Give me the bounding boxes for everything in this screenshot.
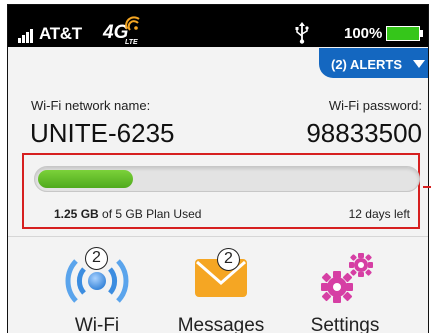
divider: [8, 236, 428, 237]
wifi-network-name: UNITE-6235: [30, 118, 175, 148]
triangle-down-icon: [413, 60, 425, 68]
signal-strength-icon: [18, 29, 36, 43]
settings-app-label: Settings: [310, 315, 380, 333]
alerts-label: (2) ALERTS: [331, 57, 403, 72]
usb-icon: [295, 22, 309, 44]
gears-icon: [285, 245, 405, 307]
wifi-name-label: Wi-Fi network name:: [31, 98, 151, 113]
wifi-icon: 2: [37, 245, 157, 307]
wifi-password: 98833500: [306, 118, 422, 148]
data-used-amount: 1.25 GB: [54, 207, 99, 221]
data-usage-panel[interactable]: 1.25 GB of 5 GB Plan Used 12 days left: [22, 153, 420, 229]
status-bar: AT&T 4G LTE 100%: [8, 5, 428, 47]
lte-signal-arc-icon: [125, 16, 140, 31]
battery-icon: [386, 26, 420, 41]
messages-app-button[interactable]: 2 Messages: [161, 245, 281, 333]
data-usage-progress-fill: [38, 170, 133, 188]
alerts-button[interactable]: (2) ALERTS: [319, 48, 428, 78]
messages-app-label: Messages: [177, 315, 265, 333]
data-usage-text: 1.25 GB of 5 GB Plan Used: [54, 207, 201, 221]
wifi-password-label: Wi-Fi password:: [328, 98, 422, 113]
wifi-app-label: Wi-Fi: [74, 315, 120, 333]
carrier-name: AT&T: [39, 24, 82, 43]
battery-percent: 100%: [344, 25, 383, 42]
network-subtype: LTE: [125, 39, 138, 46]
settings-app-button[interactable]: Settings: [285, 245, 405, 333]
battery-level-fill: [387, 27, 419, 40]
envelope-icon: 2: [161, 245, 281, 307]
data-plan-text: of 5 GB Plan Used: [102, 207, 202, 221]
wifi-app-button[interactable]: 2 Wi-Fi: [37, 245, 157, 333]
days-left: 12 days left: [348, 207, 410, 221]
battery-tip: [420, 30, 423, 37]
device-screen: AT&T 4G LTE 100% (2) ALERTS Wi-Fi networ…: [7, 4, 429, 333]
data-usage-progress-bar: [34, 166, 420, 192]
messages-badge: 2: [217, 248, 240, 271]
wifi-badge: 2: [85, 247, 108, 270]
callout-line: [423, 186, 431, 188]
network-type-badge: 4G LTE: [103, 13, 149, 47]
